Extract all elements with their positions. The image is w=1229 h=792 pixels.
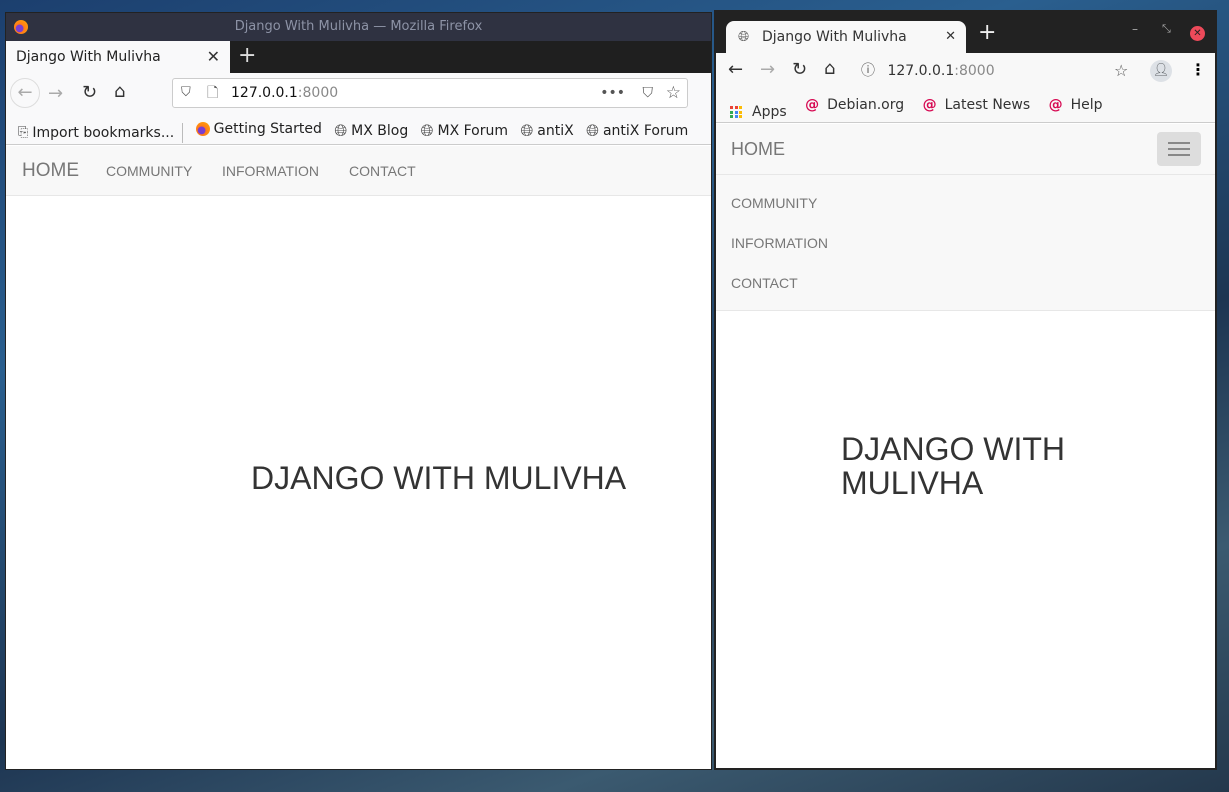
- minimize-icon[interactable]: –: [1132, 22, 1138, 36]
- bookmark-help[interactable]: @ Help: [1049, 89, 1103, 121]
- menu-icon[interactable]: ⋮: [1190, 60, 1206, 79]
- bookmark-antix[interactable]: 🌐︎ antiX: [520, 115, 573, 147]
- close-window-icon[interactable]: ✕: [1190, 26, 1205, 41]
- new-tab-button[interactable]: +: [238, 41, 256, 71]
- nav-link-contact[interactable]: CONTACT: [731, 275, 798, 291]
- bookmark-label: Help: [1070, 97, 1103, 113]
- page-heading-line: MULIVHA: [841, 465, 984, 501]
- nav-toolbar: ← → ↻ ⌂ ⛉ 🗋 127.0.0.1:8000 ••• ⛉ ☆: [6, 73, 711, 113]
- forward-icon[interactable]: →: [48, 83, 63, 104]
- bookmark-label: Latest News: [944, 97, 1031, 113]
- site-navbar: HOME COMMUNITY INFORMATION CONTACT: [6, 146, 711, 196]
- globe-icon: 🌐︎: [420, 121, 434, 140]
- navbar-toggler-button[interactable]: [1157, 132, 1201, 166]
- globe-icon: 🌐︎: [738, 29, 750, 45]
- bookmark-label: Getting Started: [213, 121, 322, 137]
- window-titlebar: Django With Mulivha — Mozilla Firefox: [6, 13, 711, 41]
- home-icon[interactable]: ⌂: [824, 58, 835, 79]
- bookmark-latest-news[interactable]: @ Latest News: [923, 89, 1031, 121]
- tab-title: Django With Mulivha: [762, 29, 907, 45]
- globe-icon: 🌐︎: [586, 121, 599, 140]
- reload-icon[interactable]: ↻: [792, 59, 807, 80]
- tab-active[interactable]: 🌐︎ Django With Mulivha ✕: [726, 21, 966, 53]
- home-icon[interactable]: ⌂: [114, 81, 125, 102]
- back-icon[interactable]: ←: [10, 78, 40, 108]
- page-heading: DJANGO WITH MULIVHA: [841, 432, 1065, 500]
- globe-icon: 🌐︎: [520, 121, 534, 140]
- collapsed-menu: COMMUNITY INFORMATION CONTACT: [716, 174, 1215, 311]
- star-icon[interactable]: ☆: [1114, 61, 1128, 80]
- hamburger-icon: [1168, 142, 1190, 156]
- url-port: :8000: [297, 85, 339, 101]
- url-host: 127.0.0.1: [887, 63, 955, 79]
- import-icon: ⎘: [18, 125, 29, 140]
- bookmark-debian[interactable]: @ Debian.org: [805, 89, 904, 121]
- apps-grid-icon: [730, 106, 742, 118]
- nav-brand-home[interactable]: HOME: [22, 160, 79, 182]
- bookmarks-bar: Apps @ Debian.org @ Latest News @ Help: [716, 89, 1215, 123]
- url-port: :8000: [954, 63, 995, 79]
- bookmarks-toolbar: ⎘ Import bookmarks... Getting Started 🌐︎ M…: [6, 113, 711, 145]
- nav-brand-home[interactable]: HOME: [731, 139, 785, 160]
- back-icon[interactable]: ←: [728, 59, 743, 80]
- more-actions-icon[interactable]: •••: [600, 79, 625, 107]
- nav-link-community[interactable]: COMMUNITY: [106, 163, 192, 179]
- pocket-icon[interactable]: ⛉: [643, 79, 654, 107]
- bookmark-label: antiX Forum: [602, 123, 689, 139]
- bookmark-mx-blog[interactable]: 🌐︎ MX Blog: [334, 115, 408, 147]
- close-tab-icon[interactable]: ✕: [945, 21, 956, 53]
- debian-swirl-icon: @: [922, 97, 937, 113]
- nav-link-information[interactable]: INFORMATION: [222, 163, 319, 179]
- window-title: Django With Mulivha — Mozilla Firefox: [234, 19, 483, 34]
- page-heading-line: DJANGO WITH: [841, 431, 1065, 467]
- tab-strip: Django With Mulivha ✕ +: [6, 41, 711, 73]
- page-heading: DJANGO WITH MULIVHA: [251, 460, 627, 496]
- bookmark-label: Import bookmarks...: [32, 124, 175, 141]
- star-icon[interactable]: ☆: [666, 79, 681, 107]
- forward-icon[interactable]: →: [760, 59, 775, 80]
- new-tab-button[interactable]: +: [978, 20, 996, 45]
- restore-icon[interactable]: ⤡: [1162, 22, 1171, 36]
- debian-swirl-icon: @: [1048, 97, 1063, 113]
- nav-link-community[interactable]: COMMUNITY: [731, 195, 817, 211]
- nav-link-information[interactable]: INFORMATION: [731, 235, 828, 251]
- nav-toolbar: ← → ↻ ⌂ ⓘ 127.0.0.1:8000 ☆ 👤︎ ⋮: [716, 53, 1215, 89]
- tab-active[interactable]: Django With Mulivha ✕: [6, 41, 230, 73]
- bookmark-label: antiX: [537, 123, 574, 139]
- bookmark-label: MX Blog: [351, 123, 409, 139]
- bookmark-label: Apps: [752, 104, 787, 120]
- url-text: 127.0.0.1:8000: [231, 79, 338, 107]
- chrome-window: 🌐︎ Django With Mulivha ✕ + – ⤡ ✕ ← → ↻ ⌂…: [714, 10, 1217, 770]
- shield-icon: ⛉: [181, 85, 191, 100]
- nav-link-contact[interactable]: CONTACT: [349, 163, 416, 179]
- bookmark-mx-forum[interactable]: 🌐︎ MX Forum: [421, 115, 508, 147]
- bookmark-label: MX Forum: [437, 123, 508, 139]
- firefox-window: Django With Mulivha — Mozilla Firefox Dj…: [5, 12, 712, 770]
- bookmark-label: Debian.org: [827, 97, 905, 113]
- url-bar[interactable]: ⛉ 🗋 127.0.0.1:8000 ••• ⛉ ☆: [172, 78, 688, 108]
- firefox-icon: [195, 122, 210, 136]
- bookmark-import[interactable]: ⎘ Import bookmarks...: [18, 122, 184, 143]
- tab-title: Django With Mulivha: [16, 49, 161, 65]
- close-tab-icon[interactable]: ✕: [207, 41, 220, 73]
- globe-icon: 🌐︎: [334, 121, 348, 140]
- bookmark-antix-forum[interactable]: 🌐︎ antiX Forum: [586, 115, 688, 147]
- url-host: 127.0.0.1: [231, 85, 298, 101]
- tab-strip: 🌐︎ Django With Mulivha ✕ + – ⤡ ✕: [716, 12, 1215, 53]
- site-navbar: HOME COMMUNITY INFORMATION CONTACT: [716, 124, 1215, 311]
- debian-swirl-icon: @: [805, 97, 820, 113]
- profile-avatar[interactable]: 👤︎: [1150, 60, 1172, 82]
- bookmark-getting-started[interactable]: Getting Started: [195, 113, 322, 145]
- page-icon: 🗋: [207, 85, 219, 101]
- reload-icon[interactable]: ↻: [82, 82, 97, 103]
- firefox-logo-icon: [14, 20, 28, 34]
- info-icon: ⓘ: [861, 63, 875, 79]
